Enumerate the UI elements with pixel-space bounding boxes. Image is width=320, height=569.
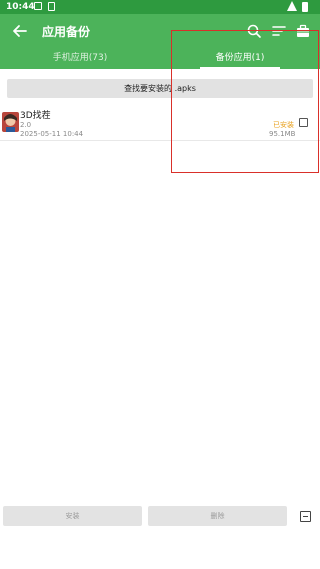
navigation-bar (0, 537, 320, 569)
delete-button[interactable]: 删除 (148, 506, 287, 526)
install-button[interactable]: 安装 (3, 506, 142, 526)
status-bar: 10:44 (0, 0, 320, 14)
app-name: 3D找茬 (20, 111, 51, 121)
minus-square-icon[interactable] (300, 511, 311, 522)
status-time: 10:44 (6, 2, 35, 12)
app-icon (2, 112, 19, 132)
sim-icon (48, 2, 55, 11)
battery-icon (302, 2, 308, 12)
notification-icon (34, 2, 42, 10)
backup-date: 2025-05-11 10:44 (20, 130, 84, 138)
page-title: 应用备份 (42, 25, 91, 39)
highlight-box (171, 30, 319, 173)
wifi-icon (287, 1, 297, 11)
tab-phone-apps[interactable]: 手机应用(73) (0, 50, 160, 69)
tab-label: 手机应用(73) (52, 53, 108, 63)
back-arrow-icon[interactable] (8, 19, 32, 43)
bottom-action-bar: 安装 删除 (0, 506, 320, 526)
app-version: 2.0 (20, 121, 32, 129)
